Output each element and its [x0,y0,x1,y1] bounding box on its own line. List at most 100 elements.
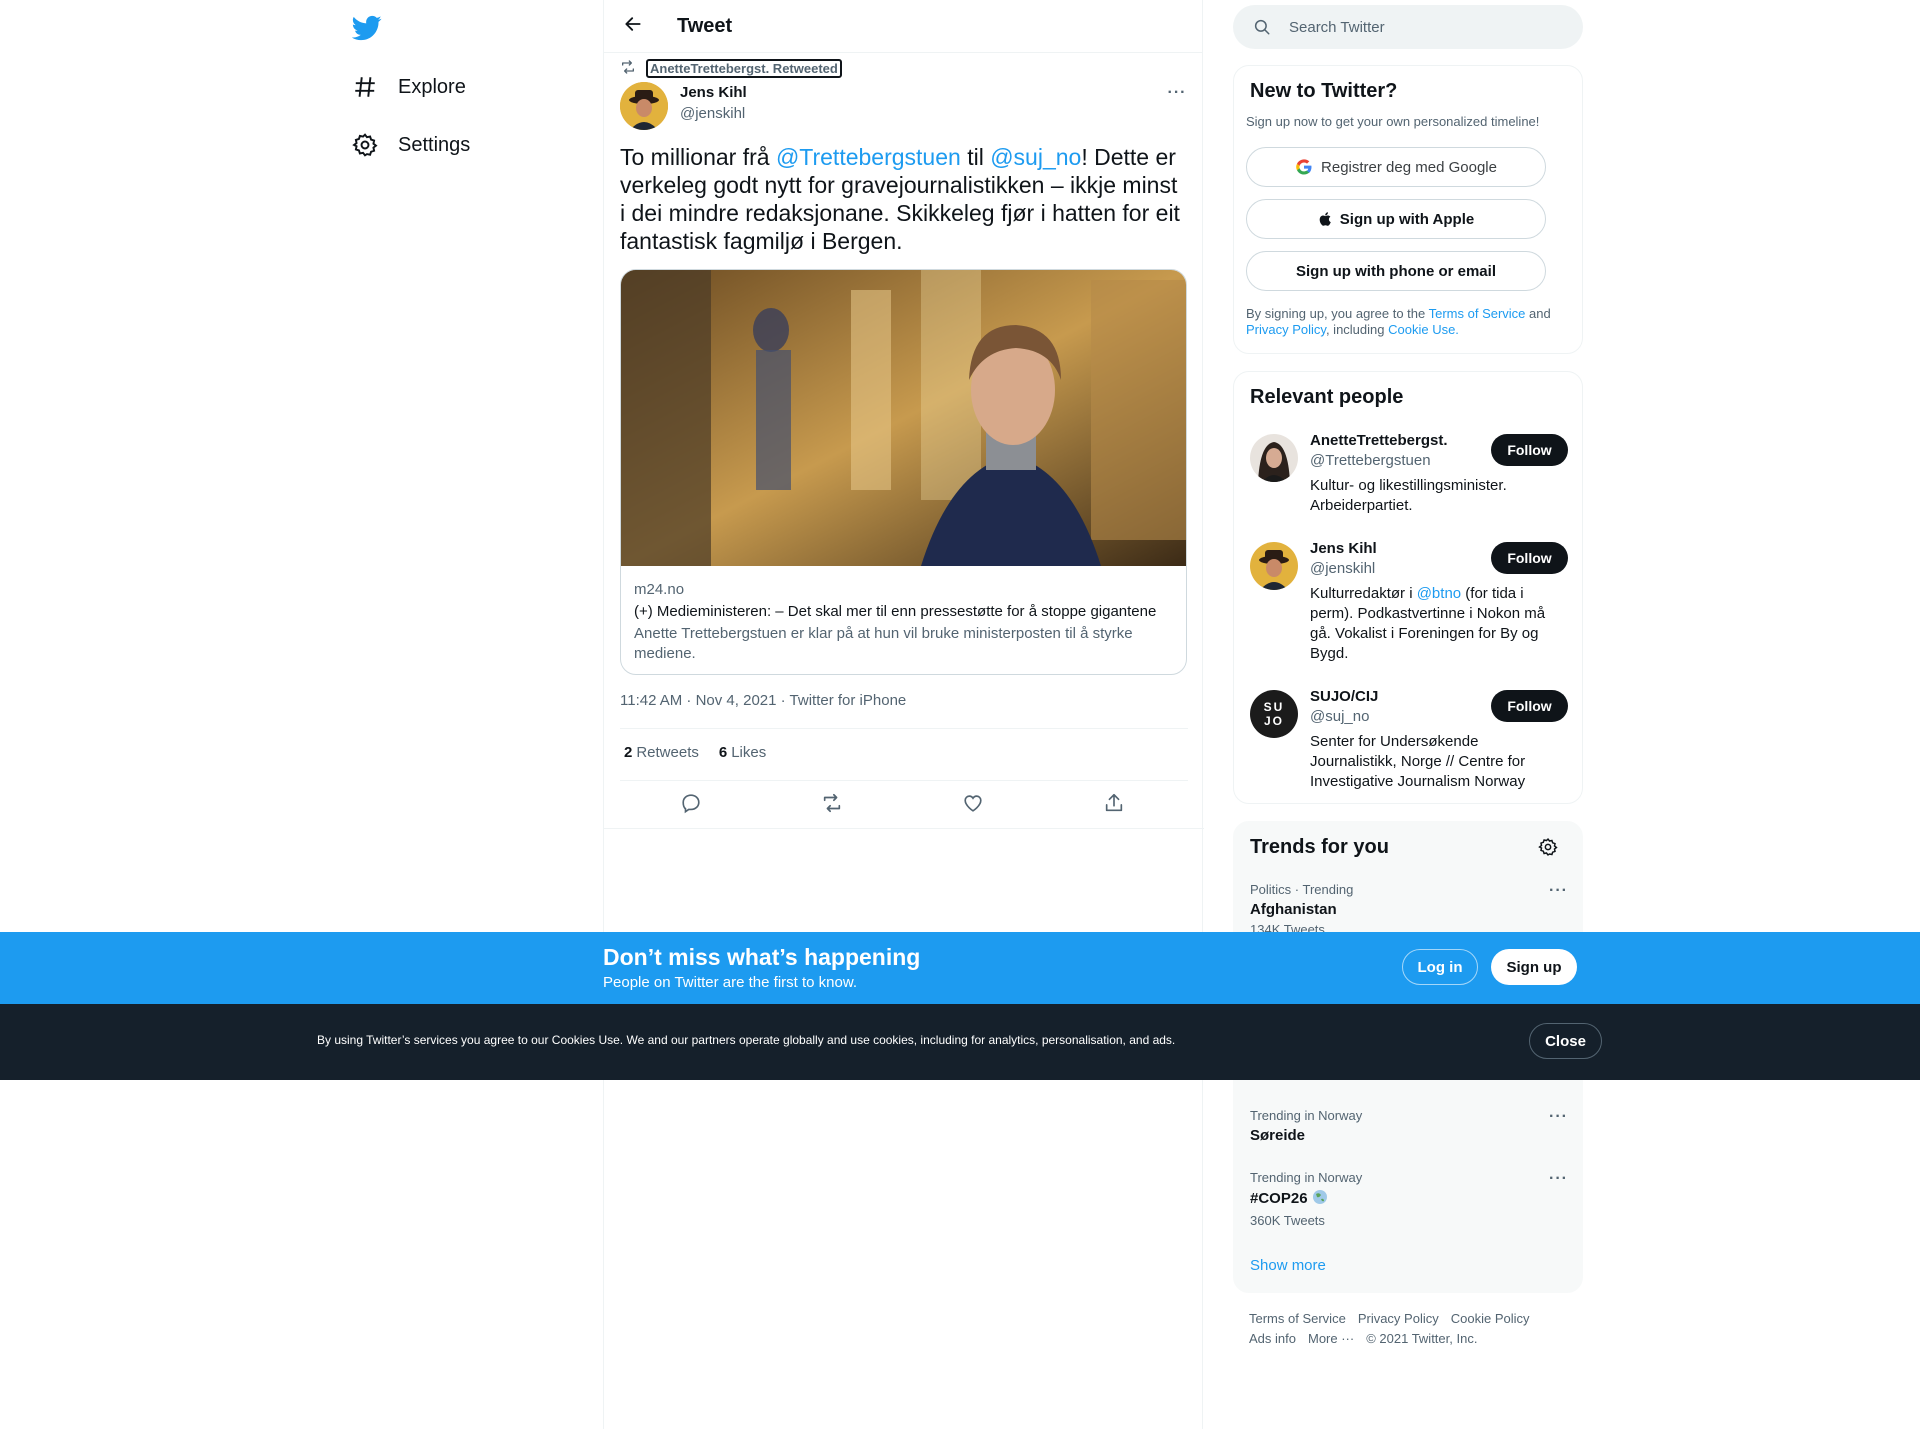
signup-legal: By signing up, you agree to the Terms of… [1246,306,1566,338]
footer-cookie-link[interactable]: Cookie Policy [1451,1311,1530,1326]
person-avatar[interactable]: SU JO [1250,690,1298,738]
card-body: m24.no (+) Medieministeren: – Det skal m… [621,566,1186,664]
twitter-logo-icon[interactable] [351,13,382,43]
trend-item[interactable]: Politics · Trending Afghanistan 134K Twe… [1250,882,1568,937]
person-name[interactable]: AnetteTrettebergst. [1310,432,1448,449]
footer-copyright: © 2021 Twitter, Inc. [1366,1331,1478,1346]
person-avatar[interactable] [1250,434,1298,482]
relevant-people-title: Relevant people [1250,386,1404,408]
globe-emoji-icon [1312,1189,1328,1209]
back-button[interactable] [616,9,650,43]
nav-explore[interactable]: Explore [352,67,466,107]
cookie-use-link[interactable]: Cookie Use. [1388,322,1459,337]
person-handle[interactable]: @jenskihl [1310,560,1375,577]
legal-text: and [1525,306,1551,321]
mention-link[interactable]: @suj_no [990,144,1081,170]
divider [620,780,1188,781]
person-name[interactable]: SUJO/CIJ [1310,688,1378,705]
trend-name: #COP26 [1250,1189,1568,1209]
person-handle[interactable]: @suj_no [1310,708,1369,725]
follow-button[interactable]: Follow [1491,434,1568,466]
more-icon[interactable]: ··· [1549,882,1568,900]
retweeted-by-link[interactable]: AnetteTrettebergst. Retweeted [646,59,842,78]
gear-icon [1538,837,1558,861]
likes-stat[interactable]: 6 Likes [719,744,766,761]
author-handle[interactable]: @jenskihl [680,105,745,122]
gear-icon [352,132,378,158]
share-icon [1103,792,1125,819]
tweet-more-button[interactable]: ··· [1165,84,1189,108]
retweet-button[interactable] [817,790,847,820]
reply-icon [680,792,702,819]
google-icon [1295,158,1313,176]
more-icon[interactable]: ··· [1549,1170,1568,1188]
bio-text: Kulturredaktør i [1310,585,1417,602]
nav-settings[interactable]: Settings [352,125,470,165]
footer-ads-link[interactable]: Ads info [1249,1331,1296,1346]
card-title: (+) Medieministeren: – Det skal mer til … [634,603,1157,620]
apple-signup-button[interactable]: Sign up with Apple [1246,199,1546,239]
follow-button[interactable]: Follow [1491,690,1568,722]
phone-signup-button[interactable]: Sign up with phone or email [1246,251,1546,291]
tweet-header: Tweet [604,0,1202,53]
like-button[interactable] [958,790,988,820]
signup-button[interactable]: Sign up [1491,949,1577,985]
footer-terms-link[interactable]: Terms of Service [1249,1311,1346,1326]
share-button[interactable] [1099,790,1129,820]
trend-meta: Trending in Norway [1250,1170,1363,1185]
trend-name: Søreide [1250,1127,1306,1144]
more-icon[interactable]: ··· [1549,1108,1568,1126]
card-description: Anette Trettebergstuen er klar på at hun… [634,625,1133,662]
terms-link[interactable]: Terms of Service [1429,306,1526,321]
reply-button[interactable] [676,790,706,820]
likes-count: 6 [718,744,728,761]
person-bio: Senter for Undersøkende Journalistikk, N… [1310,733,1526,790]
author-avatar[interactable] [620,82,668,130]
author-name[interactable]: Jens Kihl [680,84,747,101]
google-signup-button[interactable]: Registrer deg med Google [1246,147,1546,187]
mention-link[interactable]: @Trettebergstuen [776,144,961,170]
person-bio: Kultur- og likestillingsminister. Arbeid… [1310,477,1507,514]
legal-text: , including [1325,322,1389,337]
banner-subtitle: People on Twitter are the first to know. [603,974,858,991]
likes-label: Likes [731,744,767,761]
person-item[interactable]: AnetteTrettebergst. @Trettebergstuen Kul… [1250,432,1568,532]
nav-explore-label: Explore [398,75,466,98]
arrow-left-icon [623,14,643,39]
sujo-avatar-text: SU JO [1263,700,1285,728]
signup-banner: Don’t miss what’s happening People on Tw… [0,932,1920,1004]
link-card[interactable]: m24.no (+) Medieministeren: – Det skal m… [620,269,1187,675]
person-avatar[interactable] [1250,542,1298,590]
footer-links: Terms of Service Privacy Policy Cookie Pol… [1249,1309,1569,1349]
card-image [621,270,1186,566]
legal-text: By signing up, you agree to the [1246,306,1429,321]
retweets-count: 2 [624,744,633,761]
person-handle[interactable]: @Trettebergstuen [1310,452,1431,469]
tweet-timestamp[interactable]: 11:42 AM · Nov 4, 2021 · Twitter for iPh… [620,692,906,709]
login-button[interactable]: Log in [1402,949,1478,985]
relevant-people-panel: Relevant people AnetteTrettebergst. @Tre… [1233,371,1583,804]
divider [620,728,1188,729]
follow-button[interactable]: Follow [1491,542,1568,574]
trend-item[interactable]: Trending in Norway #COP26 360K Tweets ··… [1250,1170,1568,1228]
retweets-stat[interactable]: 2 Retweets [624,744,699,761]
close-button[interactable]: Close [1529,1023,1602,1059]
footer-privacy-link[interactable]: Privacy Policy [1358,1311,1439,1326]
trends-settings-button[interactable] [1538,837,1558,862]
signup-subtitle: Sign up now to get your own personalized… [1246,114,1540,129]
mention-link[interactable]: @btno [1417,585,1461,602]
person-item[interactable]: SU JO SUJO/CIJ @suj_no Senter for Unders… [1250,688,1568,798]
card-domain: m24.no [634,581,685,598]
search-input[interactable]: Search Twitter [1233,5,1583,49]
more-icon: ··· [1167,84,1187,101]
trend-item[interactable]: Trending in Norway Søreide ··· [1250,1108,1568,1144]
person-name[interactable]: Jens Kihl [1310,540,1377,557]
privacy-link[interactable]: Privacy Policy [1246,322,1326,337]
trend-count: 360K Tweets [1250,1213,1325,1228]
footer-more-link[interactable]: More ··· [1308,1331,1354,1346]
person-item[interactable]: Jens Kihl @jenskihl Kulturredaktør i @bt… [1250,540,1568,670]
cookie-text: By using Twitter’s services you agree to… [317,1033,1176,1047]
show-more-link[interactable]: Show more [1250,1257,1326,1274]
nav-settings-label: Settings [398,133,471,156]
retweet-context: AnetteTrettebergst. Retweeted [620,59,842,78]
